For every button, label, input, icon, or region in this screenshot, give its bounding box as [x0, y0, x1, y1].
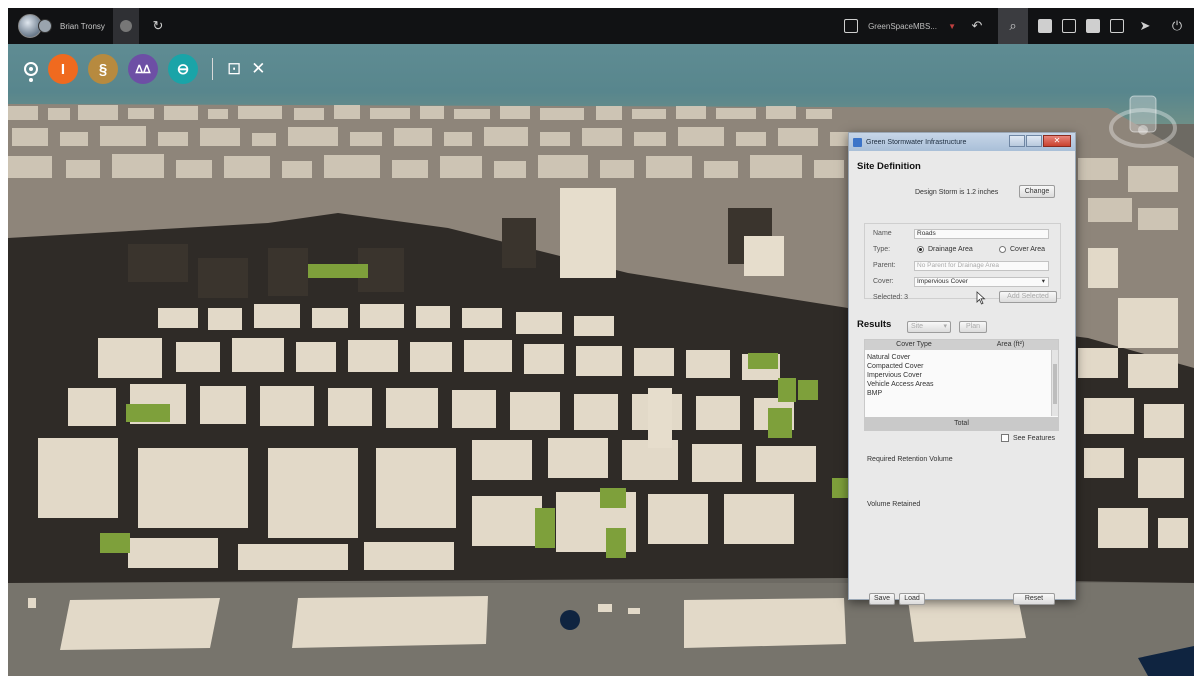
caret-down-icon[interactable]: ▼ — [948, 22, 956, 31]
search-icon[interactable]: ⌕ — [998, 8, 1028, 44]
model-icon — [119, 20, 132, 32]
see-features-label: See Features — [1013, 435, 1056, 442]
cover-select[interactable]: Impervious Cover ▾ — [914, 277, 1049, 287]
infrastructure-tool-icon[interactable]: I — [48, 54, 78, 84]
table-row[interactable]: Compacted Cover — [867, 363, 923, 371]
undo-icon[interactable]: ↶ — [966, 18, 988, 34]
cover-label: Cover: — [873, 278, 894, 285]
type-label: Type: — [873, 246, 891, 253]
see-features-checkbox[interactable] — [1001, 434, 1009, 442]
bookmark-icon[interactable] — [1062, 19, 1076, 33]
save-button[interactable]: Save — [869, 593, 895, 605]
load-button[interactable]: Load — [899, 593, 925, 605]
close-button[interactable]: ✕ — [1043, 135, 1071, 147]
app-icon — [853, 137, 862, 147]
scroll-thumb[interactable] — [1053, 364, 1057, 404]
model-slot-button[interactable] — [112, 8, 139, 44]
tools-icon[interactable]: ✕ — [251, 59, 265, 79]
model-name[interactable]: GreenSpaceMBS... — [868, 22, 938, 31]
storyboard-icon[interactable] — [1038, 19, 1052, 33]
application-window: Brian Tronsy ↻ GreenSpaceMBS... ▼ ↶ ⌕ ➤ … — [8, 8, 1194, 676]
table-row[interactable]: BMP — [867, 390, 882, 398]
screen-icon[interactable]: ⊡ — [227, 59, 241, 79]
parent-label: Parent: — [873, 262, 896, 269]
analyze-tool-icon[interactable]: § — [88, 54, 118, 84]
selection-tool-icon[interactable] — [24, 62, 38, 76]
chevron-down-icon: ▾ — [1041, 278, 1045, 285]
reset-button[interactable]: Reset — [1013, 593, 1055, 605]
site-select-value: Site — [911, 323, 924, 330]
dialog-title-bar[interactable]: Green Stormwater Infrastructure ✕ — [849, 133, 1075, 151]
site-definition-heading: Site Definition — [857, 161, 921, 172]
site-select[interactable]: Site ▾ — [907, 321, 951, 333]
total-row: Total — [865, 417, 1058, 430]
cover-area-label: Cover Area — [1010, 246, 1046, 253]
parent-field[interactable]: No Parent for Drainage Area — [914, 261, 1049, 271]
pointer-icon[interactable]: ➤ — [1134, 18, 1156, 34]
area-header: Area (ft²) — [963, 340, 1058, 350]
table-row[interactable]: Impervious Cover — [867, 372, 922, 380]
cover-area-radio[interactable] — [999, 246, 1006, 253]
help-icon[interactable]: ⏻ — [1166, 18, 1188, 34]
minimize-button[interactable] — [1009, 135, 1025, 147]
drainage-area-label: Drainage Area — [928, 246, 973, 253]
chevron-down-icon: ▾ — [943, 323, 947, 330]
table-row[interactable]: Vehicle Access Areas — [867, 381, 934, 389]
dialog-title: Green Stormwater Infrastructure — [866, 138, 967, 146]
change-button[interactable]: Change — [1019, 185, 1055, 198]
selection-indicator — [29, 78, 33, 82]
cover-value: Impervious Cover — [917, 278, 968, 285]
main-toolbar: I § ᐃᐃ ⊖ ⊡ ✕ — [24, 54, 266, 84]
user-badge-icon — [38, 19, 52, 33]
design-storm-text: Design Storm is 1.2 inches — [915, 189, 999, 196]
top-bar: Brian Tronsy ↻ GreenSpaceMBS... ▼ ↶ ⌕ ➤ … — [8, 8, 1194, 44]
maximize-button[interactable] — [1026, 135, 1042, 147]
drainage-area-radio[interactable] — [917, 246, 924, 253]
cover-type-header: Cover Type — [865, 340, 963, 350]
results-heading: Results — [857, 319, 892, 330]
navigation-marker — [560, 610, 580, 630]
refresh-icon[interactable]: ↻ — [147, 18, 169, 34]
build-tool-icon[interactable]: ᐃᐃ — [128, 54, 158, 84]
name-label: Name — [873, 230, 892, 237]
required-retention-label: Required Retention Volume — [867, 456, 953, 463]
stormwater-dialog: Green Stormwater Infrastructure ✕ Site D… — [848, 132, 1076, 605]
present-tool-icon[interactable]: ⊖ — [168, 54, 198, 84]
results-table: Cover Type Area (ft²) Natural Cover Comp… — [864, 339, 1059, 431]
table-row[interactable]: Natural Cover — [867, 354, 910, 362]
layers-icon[interactable] — [1110, 19, 1124, 33]
navigation-compass[interactable] — [1108, 86, 1178, 156]
mouse-cursor-icon — [976, 291, 986, 305]
toolbar-divider — [212, 58, 213, 80]
user-name[interactable]: Brian Tronsy — [60, 22, 105, 31]
name-field[interactable]: Roads — [914, 229, 1049, 239]
model-thumbnail-icon[interactable] — [844, 19, 859, 33]
settings-icon[interactable] — [1086, 19, 1100, 33]
plan-button[interactable]: Plan — [959, 321, 987, 333]
add-selected-button[interactable]: Add Selected — [999, 291, 1057, 303]
table-scrollbar[interactable] — [1051, 350, 1058, 416]
volume-retained-label: Volume Retained — [867, 501, 921, 508]
selected-count: Selected: 3 — [873, 294, 909, 301]
